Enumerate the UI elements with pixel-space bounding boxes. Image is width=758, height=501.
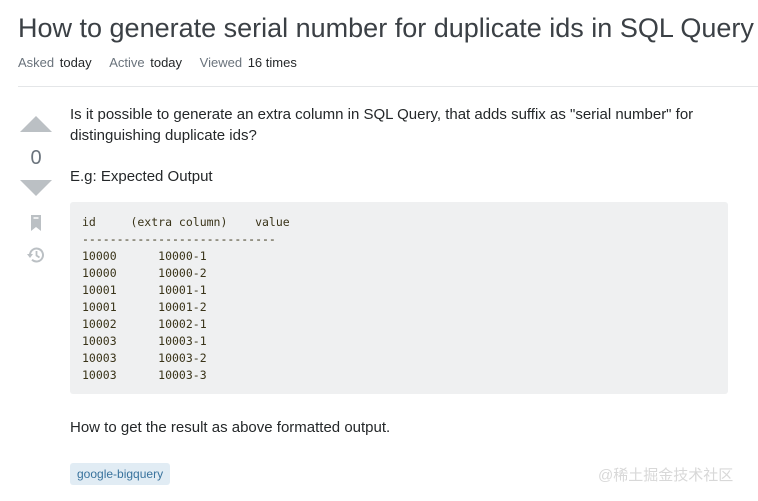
upvote-icon	[20, 116, 52, 132]
active-value[interactable]: today	[150, 55, 182, 70]
active-info: Active today	[109, 55, 185, 70]
bookmark-icon	[31, 215, 41, 231]
code-block: id (extra column) value ----------------…	[70, 202, 728, 394]
question-title[interactable]: How to generate serial number for duplic…	[18, 10, 754, 46]
downvote-button[interactable]	[20, 177, 52, 199]
upvote-button[interactable]	[20, 113, 52, 135]
post-tags: google-bigquery	[70, 463, 171, 485]
viewed-value: 16 times	[247, 55, 297, 70]
active-label: Active	[109, 55, 145, 70]
body-paragraph-example: E.g: Expected Output	[70, 168, 213, 185]
viewed-label: Viewed	[199, 55, 243, 70]
asked-label: Asked	[18, 55, 55, 70]
asked-info: Asked today	[18, 55, 95, 70]
body-paragraph-followup: How to get the result as above formatted…	[70, 419, 391, 436]
history-button[interactable]	[26, 245, 46, 265]
body-paragraph-question: Is it possible to generate an extra colu…	[70, 106, 694, 144]
bookmark-button[interactable]	[26, 213, 46, 233]
asked-value: today	[59, 55, 92, 70]
downvote-icon	[20, 180, 52, 196]
watermark: @稀土掘金技术社区	[598, 467, 734, 484]
question-meta: Asked today Active today Viewed 16 times	[18, 55, 311, 71]
vote-count: 0	[30, 147, 42, 169]
history-icon	[27, 247, 44, 263]
viewed-info: Viewed 16 times	[200, 55, 297, 70]
tag-google-bigquery[interactable]: google-bigquery	[70, 463, 171, 485]
header-divider	[18, 86, 758, 87]
